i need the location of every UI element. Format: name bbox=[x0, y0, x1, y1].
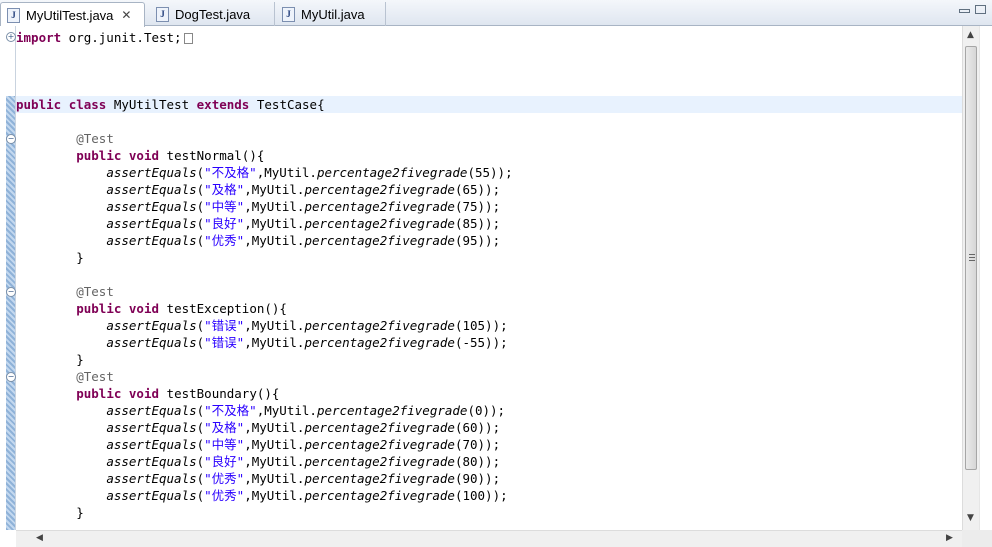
assert-line: assertEquals("及格",MyUtil.percentage2five… bbox=[106, 420, 501, 435]
assert-line: assertEquals("错误",MyUtil.percentage2five… bbox=[106, 318, 508, 333]
assert-line: assertEquals("优秀",MyUtil.percentage2five… bbox=[106, 233, 501, 248]
vertical-scroll-thumb[interactable] bbox=[965, 46, 977, 470]
close-icon[interactable]: ✕ bbox=[121, 8, 131, 22]
code-editor[interactable]: import org.junit.Test; public class MyUt… bbox=[0, 26, 992, 530]
class-declaration-line: public class MyUtilTest extends TestCase… bbox=[16, 96, 962, 113]
assert-line: assertEquals("不及格",MyUtil.percentage2fiv… bbox=[106, 165, 513, 180]
editor-tab-bar: J MyUtilTest.java ✕ J DogTest.java J MyU… bbox=[0, 0, 992, 27]
java-file-icon: J bbox=[7, 7, 20, 23]
collapse-fold-icon[interactable]: − bbox=[6, 372, 16, 382]
minimize-icon[interactable] bbox=[959, 9, 970, 13]
close-brace-line: } bbox=[76, 250, 84, 265]
scroll-down-arrow-icon[interactable]: ▼ bbox=[967, 513, 974, 523]
annotation-line: @Test bbox=[76, 369, 114, 384]
tab-myutiltest[interactable]: J MyUtilTest.java ✕ bbox=[0, 2, 145, 27]
close-brace-line: } bbox=[76, 505, 84, 520]
assert-line: assertEquals("优秀",MyUtil.percentage2five… bbox=[106, 488, 508, 503]
vertical-scrollbar[interactable]: ▲ ▼ bbox=[962, 26, 979, 530]
left-ruler bbox=[0, 26, 16, 530]
scroll-right-arrow-icon[interactable]: ▶ bbox=[946, 533, 953, 543]
assert-line: assertEquals("不及格",MyUtil.percentage2fiv… bbox=[106, 403, 506, 418]
import-line: import org.junit.Test; bbox=[16, 29, 962, 46]
scroll-left-arrow-icon[interactable]: ◀ bbox=[36, 533, 43, 543]
horizontal-scrollbar[interactable]: ◀ ▶ bbox=[16, 530, 962, 547]
tab-dogtest[interactable]: J DogTest.java bbox=[150, 2, 275, 26]
close-brace-line: } bbox=[76, 352, 84, 367]
collapse-fold-icon[interactable]: − bbox=[6, 287, 16, 297]
assert-line: assertEquals("中等",MyUtil.percentage2five… bbox=[106, 199, 501, 214]
tab-label: MyUtil.java bbox=[301, 6, 365, 22]
annotation-line: @Test bbox=[76, 131, 114, 146]
assert-line: assertEquals("及格",MyUtil.percentage2five… bbox=[106, 182, 501, 197]
annotation-line: @Test bbox=[76, 284, 114, 299]
maximize-icon[interactable] bbox=[975, 5, 986, 14]
tab-myutil[interactable]: J MyUtil.java bbox=[276, 2, 386, 26]
assert-line: assertEquals("中等",MyUtil.percentage2five… bbox=[106, 437, 501, 452]
tab-label: DogTest.java bbox=[175, 6, 251, 22]
assert-line: assertEquals("优秀",MyUtil.percentage2five… bbox=[106, 471, 501, 486]
java-file-icon: J bbox=[282, 6, 295, 22]
assert-line: assertEquals("良好",MyUtil.percentage2five… bbox=[106, 216, 501, 231]
collapsed-import-icon[interactable] bbox=[183, 33, 193, 44]
change-bar bbox=[6, 96, 15, 530]
assert-line: assertEquals("错误",MyUtil.percentage2five… bbox=[106, 335, 508, 350]
method-declaration-line: public void testBoundary(){ bbox=[76, 386, 280, 401]
collapse-fold-icon[interactable]: − bbox=[6, 134, 16, 144]
tab-label: MyUtilTest.java bbox=[26, 7, 114, 23]
scroll-up-arrow-icon[interactable]: ▲ bbox=[967, 30, 974, 40]
method-declaration-line: public void testException(){ bbox=[76, 301, 287, 316]
assert-line: assertEquals("良好",MyUtil.percentage2five… bbox=[106, 454, 501, 469]
code-area[interactable]: import org.junit.Test; public class MyUt… bbox=[16, 26, 962, 530]
java-file-icon: J bbox=[156, 6, 169, 22]
expand-fold-icon[interactable]: + bbox=[6, 32, 16, 42]
method-declaration-line: public void testNormal(){ bbox=[76, 148, 265, 163]
